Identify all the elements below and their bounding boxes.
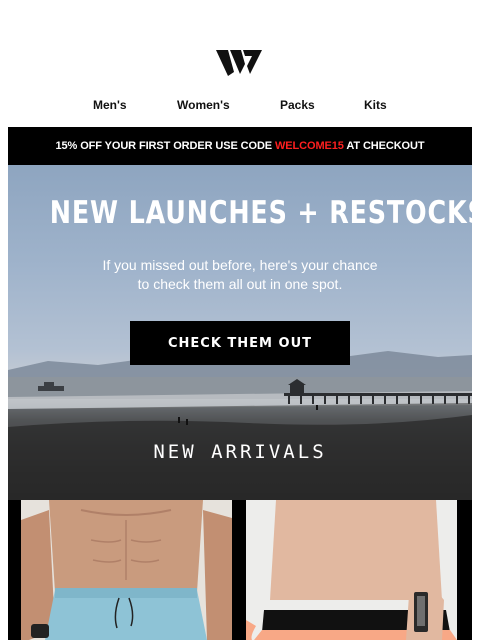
product-grid [8,500,472,640]
nav-item-packs[interactable]: Packs [280,98,315,112]
mens-blue-shorts-photo [21,500,232,640]
nav-item-womens[interactable]: Women's [177,98,230,112]
brand-logo-icon[interactable] [214,46,264,78]
hero-title: NEW LAUNCHES + RESTOCKS [49,195,472,231]
check-them-out-button[interactable]: CHECK THEM OUT [130,321,350,365]
womens-peach-shorts-photo [246,500,457,640]
promo-banner: 15% OFF YOUR FIRST ORDER USE CODE WELCOM… [8,127,472,165]
promo-text-after: AT CHECKOUT [343,140,425,152]
promo-text-before: 15% OFF YOUR FIRST ORDER USE CODE [55,140,276,152]
new-arrivals-heading: NEW ARRIVALS [153,441,327,463]
hero-banner: NEW LAUNCHES + RESTOCKS If you missed ou… [8,165,472,500]
main-nav: Men's Women's Packs Kits [0,98,480,114]
product-card-womens-shorts[interactable] [246,500,457,640]
nav-item-kits[interactable]: Kits [364,98,387,112]
product-card-mens-shorts[interactable] [21,500,232,640]
hero-subtitle-line-1: If you missed out before, here's your ch… [102,257,378,273]
hero-subtitle-line-2: to check them all out in one spot. [137,276,343,292]
promo-code: WELCOME15 [275,140,344,152]
hero-subtitle: If you missed out before, here's your ch… [8,256,472,294]
nav-item-mens[interactable]: Men's [93,98,127,112]
